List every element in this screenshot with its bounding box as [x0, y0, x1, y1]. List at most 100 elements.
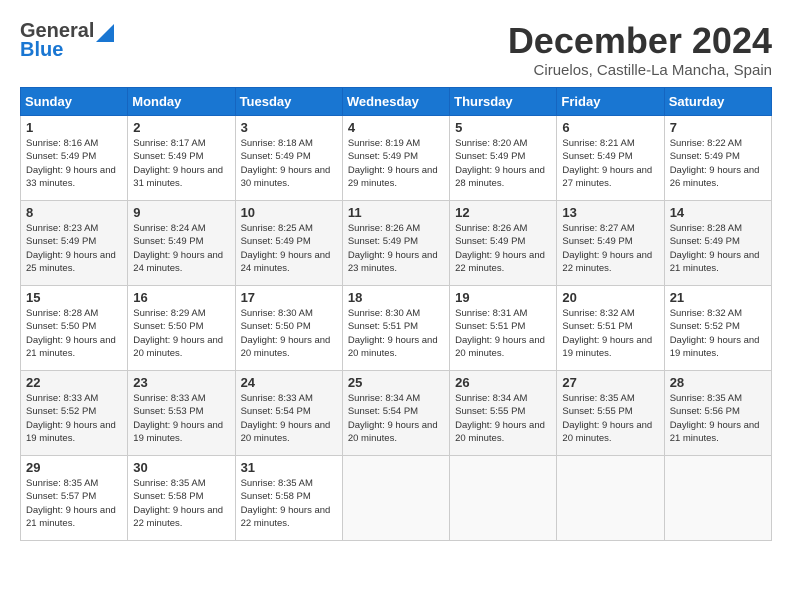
daylight-text: Daylight: 9 hours and 19 minutes. — [670, 334, 766, 361]
cell-info: Sunrise: 8:35 AM Sunset: 5:55 PM Dayligh… — [562, 392, 658, 445]
cell-info: Sunrise: 8:22 AM Sunset: 5:49 PM Dayligh… — [670, 137, 766, 190]
daylight-text: Daylight: 9 hours and 22 minutes. — [133, 504, 229, 531]
calendar-table: SundayMondayTuesdayWednesdayThursdayFrid… — [20, 87, 772, 541]
sunset-text: Sunset: 5:49 PM — [26, 150, 122, 163]
day-number: 25 — [348, 375, 444, 390]
weekday-header-monday: Monday — [128, 88, 235, 116]
sunset-text: Sunset: 5:49 PM — [26, 235, 122, 248]
sunrise-text: Sunrise: 8:33 AM — [241, 392, 337, 405]
calendar-cell: 3 Sunrise: 8:18 AM Sunset: 5:49 PM Dayli… — [235, 116, 342, 201]
cell-info: Sunrise: 8:24 AM Sunset: 5:49 PM Dayligh… — [133, 222, 229, 275]
sunset-text: Sunset: 5:52 PM — [670, 320, 766, 333]
daylight-text: Daylight: 9 hours and 20 minutes. — [455, 419, 551, 446]
day-number: 8 — [26, 205, 122, 220]
daylight-text: Daylight: 9 hours and 33 minutes. — [26, 164, 122, 191]
calendar-cell: 30 Sunrise: 8:35 AM Sunset: 5:58 PM Dayl… — [128, 456, 235, 541]
sunrise-text: Sunrise: 8:16 AM — [26, 137, 122, 150]
cell-info: Sunrise: 8:23 AM Sunset: 5:49 PM Dayligh… — [26, 222, 122, 275]
cell-info: Sunrise: 8:18 AM Sunset: 5:49 PM Dayligh… — [241, 137, 337, 190]
daylight-text: Daylight: 9 hours and 31 minutes. — [133, 164, 229, 191]
calendar-cell: 17 Sunrise: 8:30 AM Sunset: 5:50 PM Dayl… — [235, 286, 342, 371]
cell-info: Sunrise: 8:27 AM Sunset: 5:49 PM Dayligh… — [562, 222, 658, 275]
sunset-text: Sunset: 5:53 PM — [133, 405, 229, 418]
day-number: 13 — [562, 205, 658, 220]
sunrise-text: Sunrise: 8:26 AM — [455, 222, 551, 235]
day-number: 10 — [241, 205, 337, 220]
daylight-text: Daylight: 9 hours and 19 minutes. — [26, 419, 122, 446]
sunset-text: Sunset: 5:49 PM — [670, 150, 766, 163]
cell-info: Sunrise: 8:26 AM Sunset: 5:49 PM Dayligh… — [348, 222, 444, 275]
sunrise-text: Sunrise: 8:29 AM — [133, 307, 229, 320]
calendar-cell: 9 Sunrise: 8:24 AM Sunset: 5:49 PM Dayli… — [128, 201, 235, 286]
day-number: 28 — [670, 375, 766, 390]
sunrise-text: Sunrise: 8:33 AM — [133, 392, 229, 405]
sunrise-text: Sunrise: 8:35 AM — [26, 477, 122, 490]
weekday-header-wednesday: Wednesday — [342, 88, 449, 116]
calendar-cell: 23 Sunrise: 8:33 AM Sunset: 5:53 PM Dayl… — [128, 371, 235, 456]
sunrise-text: Sunrise: 8:26 AM — [348, 222, 444, 235]
sunset-text: Sunset: 5:49 PM — [133, 235, 229, 248]
day-number: 11 — [348, 205, 444, 220]
day-number: 27 — [562, 375, 658, 390]
day-number: 19 — [455, 290, 551, 305]
cell-info: Sunrise: 8:32 AM Sunset: 5:52 PM Dayligh… — [670, 307, 766, 360]
calendar-cell: 18 Sunrise: 8:30 AM Sunset: 5:51 PM Dayl… — [342, 286, 449, 371]
calendar-cell: 20 Sunrise: 8:32 AM Sunset: 5:51 PM Dayl… — [557, 286, 664, 371]
calendar-cell: 11 Sunrise: 8:26 AM Sunset: 5:49 PM Dayl… — [342, 201, 449, 286]
calendar-cell: 26 Sunrise: 8:34 AM Sunset: 5:55 PM Dayl… — [450, 371, 557, 456]
daylight-text: Daylight: 9 hours and 29 minutes. — [348, 164, 444, 191]
sunset-text: Sunset: 5:58 PM — [241, 490, 337, 503]
cell-info: Sunrise: 8:26 AM Sunset: 5:49 PM Dayligh… — [455, 222, 551, 275]
sunset-text: Sunset: 5:54 PM — [241, 405, 337, 418]
day-number: 5 — [455, 120, 551, 135]
cell-info: Sunrise: 8:32 AM Sunset: 5:51 PM Dayligh… — [562, 307, 658, 360]
cell-info: Sunrise: 8:34 AM Sunset: 5:55 PM Dayligh… — [455, 392, 551, 445]
daylight-text: Daylight: 9 hours and 22 minutes. — [455, 249, 551, 276]
daylight-text: Daylight: 9 hours and 22 minutes. — [241, 504, 337, 531]
calendar-cell: 5 Sunrise: 8:20 AM Sunset: 5:49 PM Dayli… — [450, 116, 557, 201]
cell-info: Sunrise: 8:16 AM Sunset: 5:49 PM Dayligh… — [26, 137, 122, 190]
cell-info: Sunrise: 8:17 AM Sunset: 5:49 PM Dayligh… — [133, 137, 229, 190]
sunrise-text: Sunrise: 8:25 AM — [241, 222, 337, 235]
calendar-cell: 6 Sunrise: 8:21 AM Sunset: 5:49 PM Dayli… — [557, 116, 664, 201]
sunset-text: Sunset: 5:58 PM — [133, 490, 229, 503]
day-number: 1 — [26, 120, 122, 135]
daylight-text: Daylight: 9 hours and 21 minutes. — [26, 334, 122, 361]
cell-info: Sunrise: 8:33 AM Sunset: 5:53 PM Dayligh… — [133, 392, 229, 445]
day-number: 30 — [133, 460, 229, 475]
sunrise-text: Sunrise: 8:28 AM — [26, 307, 122, 320]
daylight-text: Daylight: 9 hours and 25 minutes. — [26, 249, 122, 276]
calendar-cell — [557, 456, 664, 541]
day-number: 21 — [670, 290, 766, 305]
daylight-text: Daylight: 9 hours and 21 minutes. — [670, 249, 766, 276]
calendar-cell: 4 Sunrise: 8:19 AM Sunset: 5:49 PM Dayli… — [342, 116, 449, 201]
sunrise-text: Sunrise: 8:35 AM — [133, 477, 229, 490]
daylight-text: Daylight: 9 hours and 26 minutes. — [670, 164, 766, 191]
sunset-text: Sunset: 5:51 PM — [562, 320, 658, 333]
calendar-cell: 2 Sunrise: 8:17 AM Sunset: 5:49 PM Dayli… — [128, 116, 235, 201]
sunset-text: Sunset: 5:51 PM — [348, 320, 444, 333]
weekday-header-friday: Friday — [557, 88, 664, 116]
day-number: 20 — [562, 290, 658, 305]
sunrise-text: Sunrise: 8:32 AM — [562, 307, 658, 320]
daylight-text: Daylight: 9 hours and 20 minutes. — [241, 334, 337, 361]
cell-info: Sunrise: 8:30 AM Sunset: 5:51 PM Dayligh… — [348, 307, 444, 360]
day-number: 29 — [26, 460, 122, 475]
calendar-cell: 24 Sunrise: 8:33 AM Sunset: 5:54 PM Dayl… — [235, 371, 342, 456]
day-number: 31 — [241, 460, 337, 475]
cell-info: Sunrise: 8:34 AM Sunset: 5:54 PM Dayligh… — [348, 392, 444, 445]
sunrise-text: Sunrise: 8:35 AM — [241, 477, 337, 490]
sunrise-text: Sunrise: 8:17 AM — [133, 137, 229, 150]
calendar-cell: 27 Sunrise: 8:35 AM Sunset: 5:55 PM Dayl… — [557, 371, 664, 456]
weekday-header-sunday: Sunday — [21, 88, 128, 116]
day-number: 22 — [26, 375, 122, 390]
calendar-cell: 19 Sunrise: 8:31 AM Sunset: 5:51 PM Dayl… — [450, 286, 557, 371]
subtitle: Ciruelos, Castille-La Mancha, Spain — [508, 62, 772, 79]
daylight-text: Daylight: 9 hours and 20 minutes. — [241, 419, 337, 446]
cell-info: Sunrise: 8:33 AM Sunset: 5:54 PM Dayligh… — [241, 392, 337, 445]
calendar-week-4: 22 Sunrise: 8:33 AM Sunset: 5:52 PM Dayl… — [21, 371, 772, 456]
daylight-text: Daylight: 9 hours and 28 minutes. — [455, 164, 551, 191]
calendar-cell — [450, 456, 557, 541]
daylight-text: Daylight: 9 hours and 19 minutes. — [133, 419, 229, 446]
cell-info: Sunrise: 8:35 AM Sunset: 5:58 PM Dayligh… — [241, 477, 337, 530]
